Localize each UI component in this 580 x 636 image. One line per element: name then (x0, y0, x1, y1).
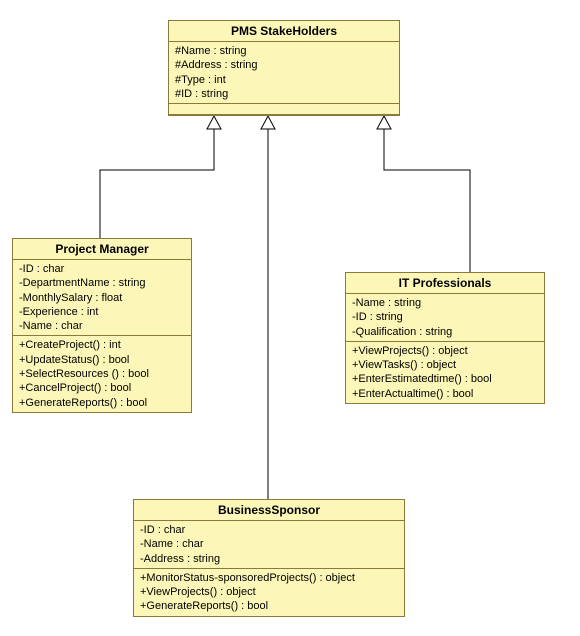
class-pms-stakeholders: PMS StakeHolders #Name : string #Address… (168, 20, 400, 116)
operations-section-empty (169, 104, 399, 115)
op: +UpdateStatus() : bool (19, 353, 185, 367)
operations-section: +MonitorStatus-sponsoredProjects() : obj… (134, 569, 404, 616)
op: +CreateProject() : int (19, 338, 185, 352)
attr: #Name : string (175, 44, 393, 58)
attributes-section: #Name : string #Address : string #Type :… (169, 42, 399, 104)
attributes-section: -ID : char -DepartmentName : string -Mon… (13, 260, 191, 336)
op: +MonitorStatus-sponsoredProjects() : obj… (140, 571, 398, 585)
attr: -Qualification : string (352, 325, 538, 339)
op: +ViewProjects() : object (352, 344, 538, 358)
class-title: BusinessSponsor (134, 500, 404, 521)
class-project-manager: Project Manager -ID : char -DepartmentNa… (12, 238, 192, 413)
attr: -Experience : int (19, 305, 185, 319)
op: +SelectResources () : bool (19, 367, 185, 381)
attr: -Name : char (140, 537, 398, 551)
attributes-section: -Name : string -ID : string -Qualificati… (346, 294, 544, 342)
op: +CancelProject() : bool (19, 381, 185, 395)
attr: -Name : string (352, 296, 538, 310)
op: +GenerateReports() : bool (140, 599, 398, 613)
attr: -Name : char (19, 319, 185, 333)
attr: -ID : char (140, 523, 398, 537)
attr: -DepartmentName : string (19, 276, 185, 290)
attributes-section: -ID : char -Name : char -Address : strin… (134, 521, 404, 569)
op: +EnterEstimatedtime() : bool (352, 372, 538, 386)
class-title: IT Professionals (346, 273, 544, 294)
attr: #ID : string (175, 87, 393, 101)
op: +GenerateReports() : bool (19, 396, 185, 410)
op: +EnterActualtime() : bool (352, 387, 538, 401)
op: +ViewProjects() : object (140, 585, 398, 599)
attr: -ID : char (19, 262, 185, 276)
class-title: Project Manager (13, 239, 191, 260)
class-it-professionals: IT Professionals -Name : string -ID : st… (345, 272, 545, 404)
attr: -ID : string (352, 310, 538, 324)
op: +ViewTasks() : object (352, 358, 538, 372)
operations-section: +CreateProject() : int +UpdateStatus() :… (13, 336, 191, 411)
attr: -Address : string (140, 552, 398, 566)
class-business-sponsor: BusinessSponsor -ID : char -Name : char … (133, 499, 405, 617)
class-title: PMS StakeHolders (169, 21, 399, 42)
attr: -MonthlySalary : float (19, 291, 185, 305)
attr: #Address : string (175, 58, 393, 72)
attr: #Type : int (175, 73, 393, 87)
operations-section: +ViewProjects() : object +ViewTasks() : … (346, 342, 544, 403)
